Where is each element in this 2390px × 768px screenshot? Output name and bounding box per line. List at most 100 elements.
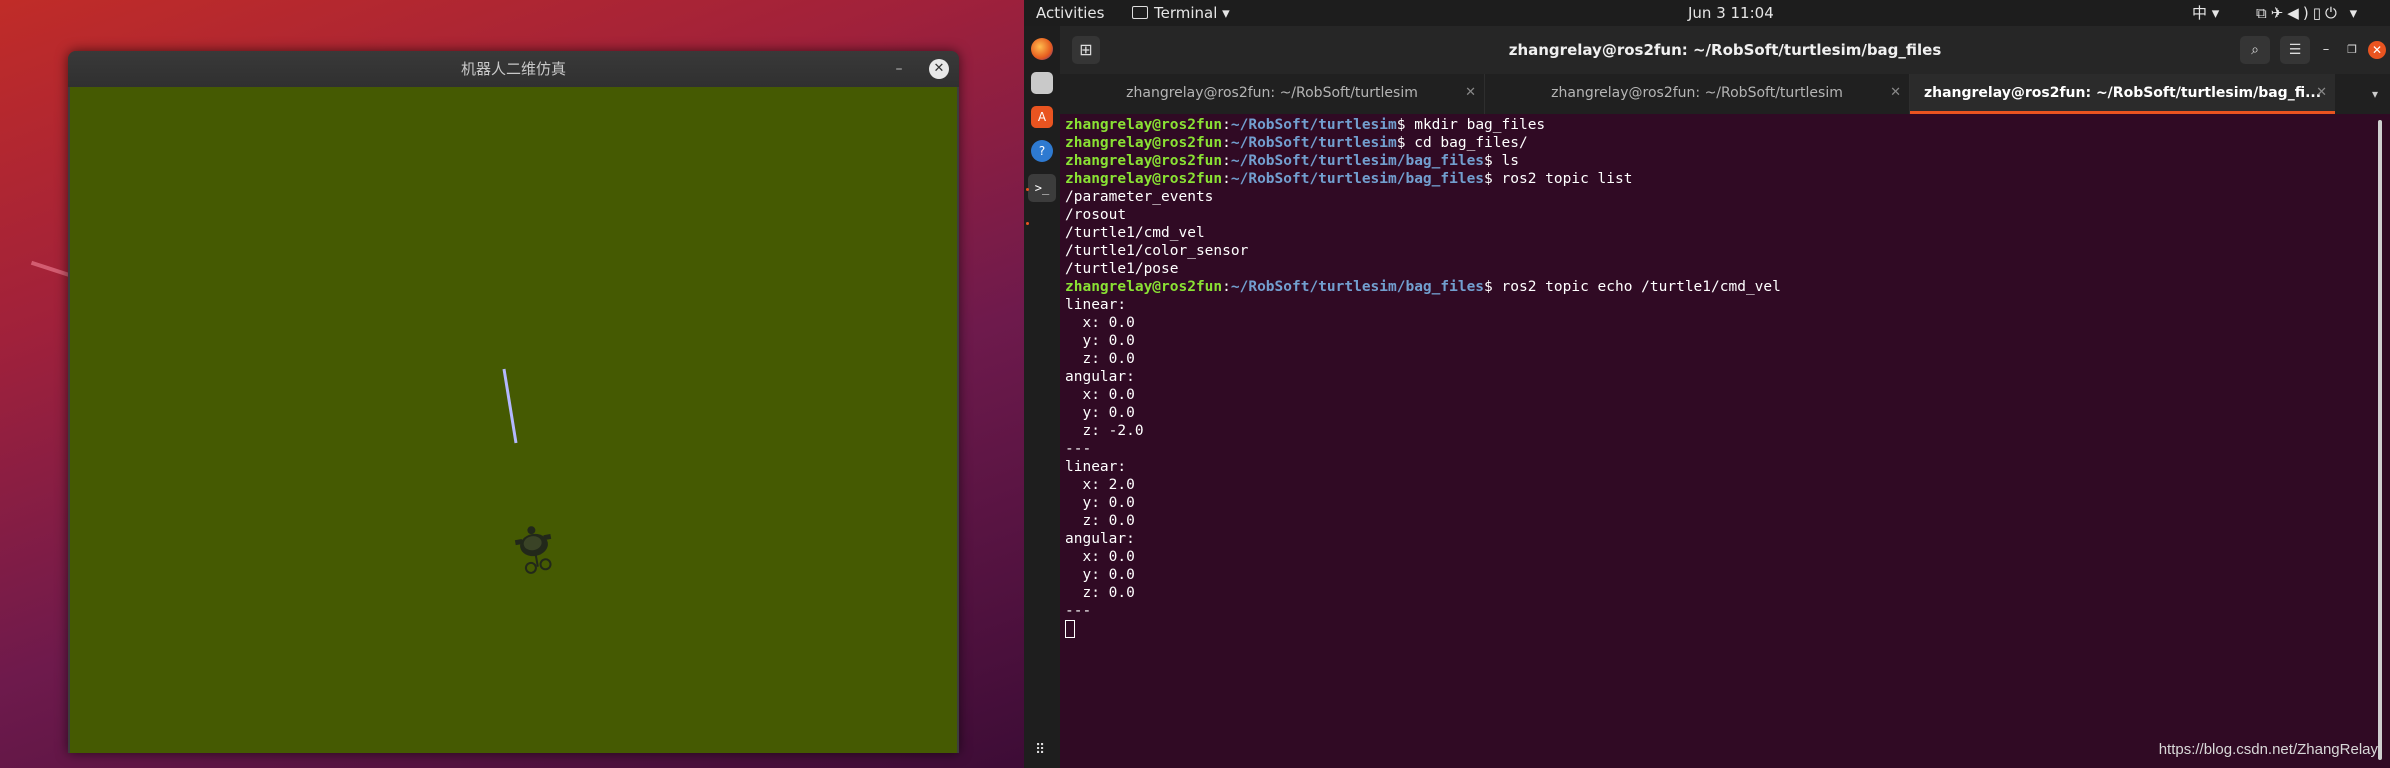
terminal-output-line: z: -2.0 — [1065, 423, 1144, 439]
input-method-label: 中 — [2192, 4, 2208, 22]
terminal-command-line: zhangrelay@ros2fun:~/RobSoft/turtlesim$ … — [1065, 117, 1546, 133]
terminal-icon[interactable]: >_ — [1028, 174, 1056, 202]
desktop-wallpaper: 机器人二维仿真 – ✕ — [0, 0, 1024, 768]
network-icon: ⧉ — [2256, 4, 2271, 22]
dock: A ? >_ ⠿ — [1024, 26, 1060, 768]
tab-close-icon[interactable]: ✕ — [1465, 74, 1476, 112]
terminal-output-line: /turtle1/color_sensor — [1065, 243, 1249, 259]
turtle-trail — [502, 368, 518, 444]
command-text: $ ls — [1484, 153, 1519, 169]
command-text: $ cd bag_files/ — [1396, 135, 1528, 151]
app-menu[interactable]: Terminal ▾ — [1132, 0, 1230, 26]
terminal-output-line: /turtle1/pose — [1065, 261, 1179, 277]
turtlesim-title: 机器人二维仿真 — [460, 60, 566, 78]
tab-label: zhangrelay@ros2fun: ~/RobSoft/turtlesim/… — [1923, 85, 2322, 101]
terminal-output-line: /parameter_events — [1065, 189, 1214, 205]
terminal-command-line: zhangrelay@ros2fun:~/RobSoft/turtlesim/b… — [1065, 171, 1633, 187]
terminal-output-line: y: 0.0 — [1065, 333, 1135, 349]
files-icon[interactable] — [1031, 72, 1053, 94]
turtle-drawing — [502, 368, 552, 574]
tab-close-icon[interactable]: ✕ — [2316, 74, 2327, 112]
terminal-output-line: --- — [1065, 441, 1092, 457]
terminal-output-line: x: 2.0 — [1065, 477, 1135, 493]
prompt-user: zhangrelay@ros2fun — [1065, 279, 1223, 295]
terminal-output-line: x: 0.0 — [1065, 387, 1135, 403]
hamburger-menu-icon[interactable]: ☰ — [2280, 36, 2310, 64]
terminal-output-line: /turtle1/cmd_vel — [1065, 225, 1205, 241]
tab-close-icon[interactable]: ✕ — [1890, 74, 1901, 112]
terminal-title: zhangrelay@ros2fun: ~/RobSoft/turtlesim/… — [1508, 41, 1942, 59]
command-text: $ mkdir bag_files — [1396, 117, 1546, 133]
terminal-input-line[interactable] — [1065, 620, 1781, 640]
terminal-output-line: y: 0.0 — [1065, 405, 1135, 421]
new-tab-icon[interactable]: ⊞ — [1072, 36, 1100, 64]
close-icon[interactable]: ✕ — [2368, 41, 2386, 59]
app-menu-label: Terminal — [1154, 4, 1218, 22]
power-icon: ⏻ — [2324, 4, 2341, 22]
help-icon[interactable]: ? — [1031, 140, 1053, 162]
terminal-lines: zhangrelay@ros2fun:~/RobSoft/turtlesim$ … — [1065, 116, 1781, 640]
running-indicator — [1026, 222, 1029, 225]
activities-button[interactable]: Activities — [1036, 0, 1104, 26]
terminal-cursor — [1065, 620, 1075, 638]
prompt-path: ~/RobSoft/turtlesim — [1230, 117, 1397, 133]
watermark: https://blog.csdn.net/ZhangRelay — [2158, 741, 2378, 758]
prompt-path: ~/RobSoft/turtlesim/bag_files — [1230, 153, 1485, 169]
tab-2[interactable]: zhangrelay@ros2fun: ~/RobSoft/turtlesim … — [1485, 74, 1910, 114]
top-bar: Activities Terminal ▾ Jun 3 11:04 中 ▾ ⧉✈… — [1024, 0, 2390, 26]
terminal-tabbar: zhangrelay@ros2fun: ~/RobSoft/turtlesim … — [1060, 74, 2390, 114]
volume-icon: ◀) — [2287, 4, 2313, 22]
terminal-output-line: /rosout — [1065, 207, 1127, 223]
minimize-icon[interactable]: – — [2318, 36, 2334, 64]
minimize-icon[interactable]: – — [887, 51, 911, 87]
command-text: $ ros2 topic echo /turtle1/cmd_vel — [1484, 279, 1781, 295]
terminal-output-line: x: 0.0 — [1065, 549, 1135, 565]
terminal-command-line: zhangrelay@ros2fun:~/RobSoft/turtlesim/b… — [1065, 153, 1519, 169]
terminal-output-line: --- — [1065, 603, 1092, 619]
command-text: $ ros2 topic list — [1484, 171, 1633, 187]
prompt-user: zhangrelay@ros2fun — [1065, 135, 1223, 151]
maximize-icon[interactable]: ❐ — [2344, 36, 2360, 64]
terminal-output-line: z: 0.0 — [1065, 585, 1135, 601]
close-icon[interactable]: ✕ — [929, 59, 949, 79]
prompt-user: zhangrelay@ros2fun — [1065, 117, 1223, 133]
prompt-path: ~/RobSoft/turtlesim — [1230, 135, 1397, 151]
terminal-app-icon — [1132, 6, 1148, 19]
terminal-output-line: angular: — [1065, 531, 1135, 547]
terminal-output-line: linear: — [1065, 297, 1127, 313]
terminal-output-line: z: 0.0 — [1065, 351, 1135, 367]
running-indicator — [1026, 188, 1029, 191]
prompt-path: ~/RobSoft/turtlesim/bag_files — [1230, 171, 1485, 187]
scrollbar[interactable] — [2378, 120, 2382, 760]
clock[interactable]: Jun 3 11:04 — [1688, 0, 1774, 26]
prompt-path: ~/RobSoft/turtlesim/bag_files — [1230, 279, 1485, 295]
apps-grid-icon[interactable]: ⠿ — [1035, 742, 1045, 758]
terminal-output-line: x: 0.0 — [1065, 315, 1135, 331]
battery-icon: ▯ — [2312, 4, 2325, 22]
terminal-output-line: linear: — [1065, 459, 1127, 475]
terminal-output-line: angular: — [1065, 369, 1135, 385]
turtlesim-canvas — [70, 87, 957, 753]
terminal-output-line: y: 0.0 — [1065, 567, 1135, 583]
airplane-icon: ✈ — [2270, 4, 2288, 22]
turtle-icon — [514, 526, 552, 574]
prompt-user: zhangrelay@ros2fun — [1065, 153, 1223, 169]
system-menu[interactable]: ⧉✈◀)▯⏻ ▾ — [2256, 0, 2361, 26]
tab-1[interactable]: zhangrelay@ros2fun: ~/RobSoft/turtlesim … — [1060, 74, 1485, 114]
terminal-headerbar[interactable]: zhangrelay@ros2fun: ~/RobSoft/turtlesim/… — [1060, 26, 2390, 74]
tab-list-chevron-icon[interactable]: ▾ — [2372, 74, 2378, 114]
turtlesim-titlebar[interactable]: 机器人二维仿真 – ✕ — [68, 51, 959, 87]
terminal-output-line: y: 0.0 — [1065, 495, 1135, 511]
software-icon[interactable]: A — [1031, 106, 1053, 128]
input-method[interactable]: 中 ▾ — [2192, 0, 2219, 26]
prompt-user: zhangrelay@ros2fun — [1065, 171, 1223, 187]
terminal-output-line: z: 0.0 — [1065, 513, 1135, 529]
turtlesim-window[interactable]: 机器人二维仿真 – ✕ — [68, 51, 959, 753]
search-icon[interactable]: ⌕ — [2240, 36, 2270, 64]
tab-label: zhangrelay@ros2fun: ~/RobSoft/turtlesim — [1551, 85, 1843, 101]
firefox-icon[interactable] — [1031, 38, 1053, 60]
terminal-command-line: zhangrelay@ros2fun:~/RobSoft/turtlesim/b… — [1065, 279, 1781, 295]
terminal-command-line: zhangrelay@ros2fun:~/RobSoft/turtlesim$ … — [1065, 135, 1528, 151]
tab-3-active[interactable]: zhangrelay@ros2fun: ~/RobSoft/turtlesim/… — [1910, 74, 2335, 114]
terminal-output[interactable]: zhangrelay@ros2fun:~/RobSoft/turtlesim$ … — [1060, 114, 2390, 768]
